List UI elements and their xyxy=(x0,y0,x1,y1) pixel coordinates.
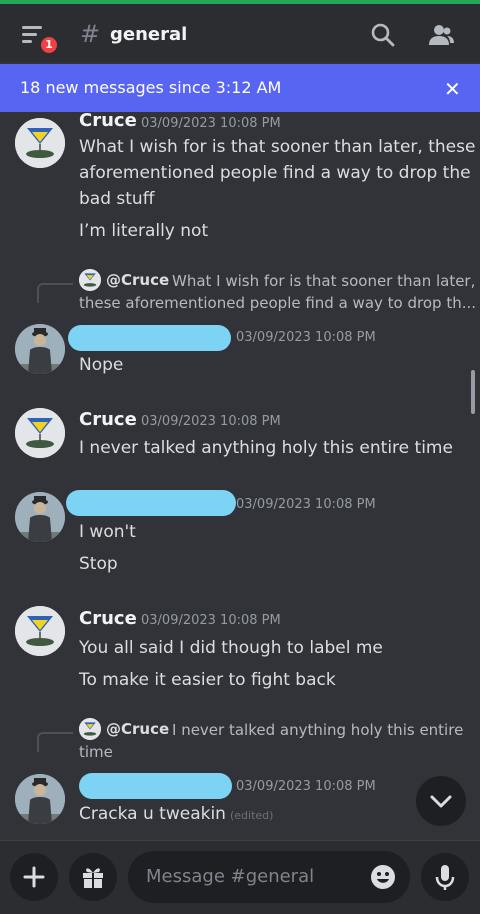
message-author[interactable]: Cruce xyxy=(79,409,137,430)
avatar[interactable] xyxy=(15,606,65,656)
message-timestamp: 03/09/2023 10:08 PM xyxy=(236,497,376,512)
message-input-placeholder: Message #general xyxy=(146,866,315,887)
new-messages-text: 18 new messages since 3:12 AM xyxy=(20,78,282,97)
reply-preview[interactable]: time xyxy=(79,741,113,763)
close-icon[interactable]: ✕ xyxy=(444,77,461,101)
gift-button[interactable] xyxy=(69,853,117,901)
message-text: Cracka u tweakin (edited) xyxy=(79,802,273,828)
message-text: aforementioned people find a way to drop… xyxy=(79,163,471,183)
message-text: Nope xyxy=(79,355,124,375)
message-timestamp: 03/09/2023 10:08 PM xyxy=(236,779,376,794)
reply-connector xyxy=(37,283,73,303)
avatar[interactable] xyxy=(15,408,65,458)
redacted-username xyxy=(68,325,231,351)
message-composer: Message #general xyxy=(0,840,480,914)
redacted-username xyxy=(66,490,236,516)
add-attachment-button[interactable] xyxy=(10,853,58,901)
message-text: I’m literally not xyxy=(79,221,209,241)
reply-avatar xyxy=(79,269,101,291)
new-messages-banner[interactable]: 18 new messages since 3:12 AM ✕ xyxy=(0,64,480,112)
mic-icon xyxy=(435,865,455,890)
message-input[interactable]: Message #general xyxy=(128,851,410,903)
channel-title[interactable]: general xyxy=(110,24,187,45)
redacted-username xyxy=(79,773,232,799)
edited-label: (edited) xyxy=(229,809,274,822)
voice-message-button[interactable] xyxy=(421,853,469,901)
reply-avatar xyxy=(79,718,101,740)
notification-badge: 1 xyxy=(38,34,60,56)
reply-preview[interactable]: I never talked anything holy this entire xyxy=(172,719,463,741)
emoji-icon[interactable] xyxy=(370,864,396,890)
message-text: I won't xyxy=(79,522,136,542)
message-text: I never talked anything holy this entire… xyxy=(79,438,453,458)
message-text: You all said I did though to label me xyxy=(79,638,383,658)
message-author[interactable]: Cruce xyxy=(79,110,137,131)
chevron-down-icon xyxy=(430,795,452,808)
channel-header: 1 # general xyxy=(0,4,480,62)
avatar[interactable] xyxy=(15,492,65,542)
reply-preview[interactable]: What I wish for is that sooner than late… xyxy=(172,270,475,292)
reply-preview[interactable]: these aforementioned people find a way t… xyxy=(79,292,476,314)
jump-to-bottom-button[interactable] xyxy=(416,776,466,826)
reply-author[interactable]: @Cruce xyxy=(106,271,169,289)
reply-connector xyxy=(37,732,73,752)
message-text: To make it easier to fight back xyxy=(79,670,336,690)
message-text: bad stuff xyxy=(79,189,155,209)
plus-icon xyxy=(23,866,45,888)
channel-hash-icon: # xyxy=(80,20,101,48)
gift-icon xyxy=(83,868,103,888)
members-icon[interactable] xyxy=(428,22,454,48)
message-body: Cracka u tweakin xyxy=(79,804,226,824)
message-timestamp: 03/09/2023 10:08 PM xyxy=(141,414,281,429)
scrollbar-thumb[interactable] xyxy=(471,370,475,414)
message-author[interactable]: Cruce xyxy=(79,608,137,629)
reply-author[interactable]: @Cruce xyxy=(106,720,169,738)
avatar[interactable] xyxy=(15,774,65,824)
message-text: Stop xyxy=(79,554,118,574)
message-timestamp: 03/09/2023 10:08 PM xyxy=(236,330,376,345)
search-icon[interactable] xyxy=(370,22,396,48)
message-timestamp: 03/09/2023 10:08 PM xyxy=(141,116,281,131)
avatar[interactable] xyxy=(15,118,65,168)
message-text: What I wish for is that sooner than late… xyxy=(79,137,476,157)
message-timestamp: 03/09/2023 10:08 PM xyxy=(141,613,281,628)
avatar[interactable] xyxy=(15,324,65,374)
